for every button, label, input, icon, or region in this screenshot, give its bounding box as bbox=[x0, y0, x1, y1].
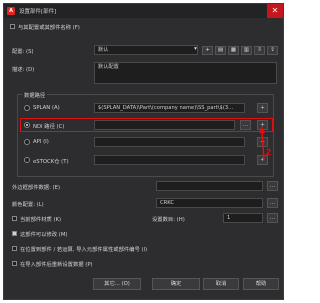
top-option-checkbox[interactable] bbox=[10, 24, 15, 29]
config-label: 配置: (S) bbox=[12, 49, 34, 55]
radio-estock[interactable] bbox=[24, 157, 30, 163]
option2-checkbox[interactable] bbox=[12, 231, 17, 236]
radio-estock-label: eSTOCK仓 (T) bbox=[33, 159, 69, 165]
estock-path-input[interactable] bbox=[94, 155, 245, 165]
option4-label: 在导入部件后重新设置数据 (P) bbox=[20, 262, 93, 268]
dialog-window: A 设置部件[部件] ✕ 与其配置或其部件名称 (F) 配置: (S) 默认 ▾… bbox=[3, 3, 284, 300]
api-path-input[interactable] bbox=[94, 137, 245, 147]
config-tool-icon-3[interactable]: ▥ bbox=[241, 46, 252, 55]
radio-api[interactable] bbox=[24, 139, 30, 145]
count-spinner[interactable]: 1 bbox=[223, 213, 263, 223]
data-path-group-title: 数据路径 bbox=[22, 91, 48, 99]
color-config-label: 颜色配置: (L) bbox=[12, 202, 44, 208]
config-tool-icon-2[interactable]: ▦ bbox=[228, 46, 239, 55]
radio-ndi-label: NDI 路径 (C) bbox=[33, 124, 65, 130]
config-select[interactable]: 默认 bbox=[94, 45, 198, 55]
add-config-icon[interactable]: + bbox=[202, 46, 213, 55]
window-title: 设置部件[部件] bbox=[19, 9, 57, 15]
option2-label: 这部件可以修改 (M) bbox=[20, 232, 68, 238]
ndi-path-input[interactable] bbox=[94, 120, 235, 130]
annotation-arrow-icon bbox=[259, 126, 265, 161]
splan-path-input[interactable]: $(SPLAN_DATA)\Part\(company name)\SS_par… bbox=[94, 103, 245, 113]
radio-splan-label: SPLAN (A) bbox=[33, 105, 60, 111]
config-tool-icon-1[interactable]: ▤ bbox=[215, 46, 226, 55]
option4-checkbox[interactable] bbox=[12, 261, 17, 266]
count-browse-button[interactable]: ... bbox=[267, 213, 278, 223]
count-label: 设置数目: (H) bbox=[152, 217, 185, 223]
color-config-browse-button[interactable]: ... bbox=[267, 198, 278, 208]
radio-splan[interactable] bbox=[24, 105, 30, 111]
help-button[interactable]: 帮助 bbox=[243, 278, 279, 290]
radio-ndi[interactable] bbox=[24, 122, 30, 128]
description-textarea[interactable]: 默认配置 bbox=[94, 62, 277, 84]
app-logo-icon: A bbox=[7, 7, 15, 15]
annotation-number: 2 bbox=[266, 147, 272, 157]
part-number-label: 外边框部件数据: (E) bbox=[12, 185, 61, 191]
option1-label: 当前部件材质 (K) bbox=[20, 217, 62, 223]
top-option-label: 与其配置或其部件名称 (F) bbox=[18, 25, 80, 31]
config-dropdown-icon[interactable]: ▾ bbox=[190, 46, 201, 55]
color-config-select[interactable]: CRKC bbox=[156, 198, 263, 208]
other-button[interactable]: 其它... (O) bbox=[93, 278, 141, 290]
cancel-button[interactable]: 取消 bbox=[203, 278, 239, 290]
ok-button[interactable]: 确定 bbox=[152, 278, 200, 290]
option1-checkbox[interactable] bbox=[12, 216, 17, 221]
close-button[interactable]: ✕ bbox=[267, 4, 283, 18]
title-bar: A 设置部件[部件] ✕ bbox=[4, 4, 283, 18]
option3-label: 在位置到部件 / 若运算, 导入元部件属性或部件编号 (I) bbox=[20, 247, 148, 253]
splan-add-button[interactable]: + bbox=[257, 103, 268, 113]
export-icon[interactable]: ⇪ bbox=[267, 46, 278, 55]
part-number-input[interactable] bbox=[156, 181, 263, 191]
import-icon[interactable]: ⇩ bbox=[254, 46, 265, 55]
radio-api-label: API (I) bbox=[33, 139, 49, 145]
description-label: 描述: (D) bbox=[12, 67, 35, 73]
option3-checkbox[interactable] bbox=[12, 246, 17, 251]
part-number-browse-button[interactable]: ... bbox=[267, 181, 278, 191]
